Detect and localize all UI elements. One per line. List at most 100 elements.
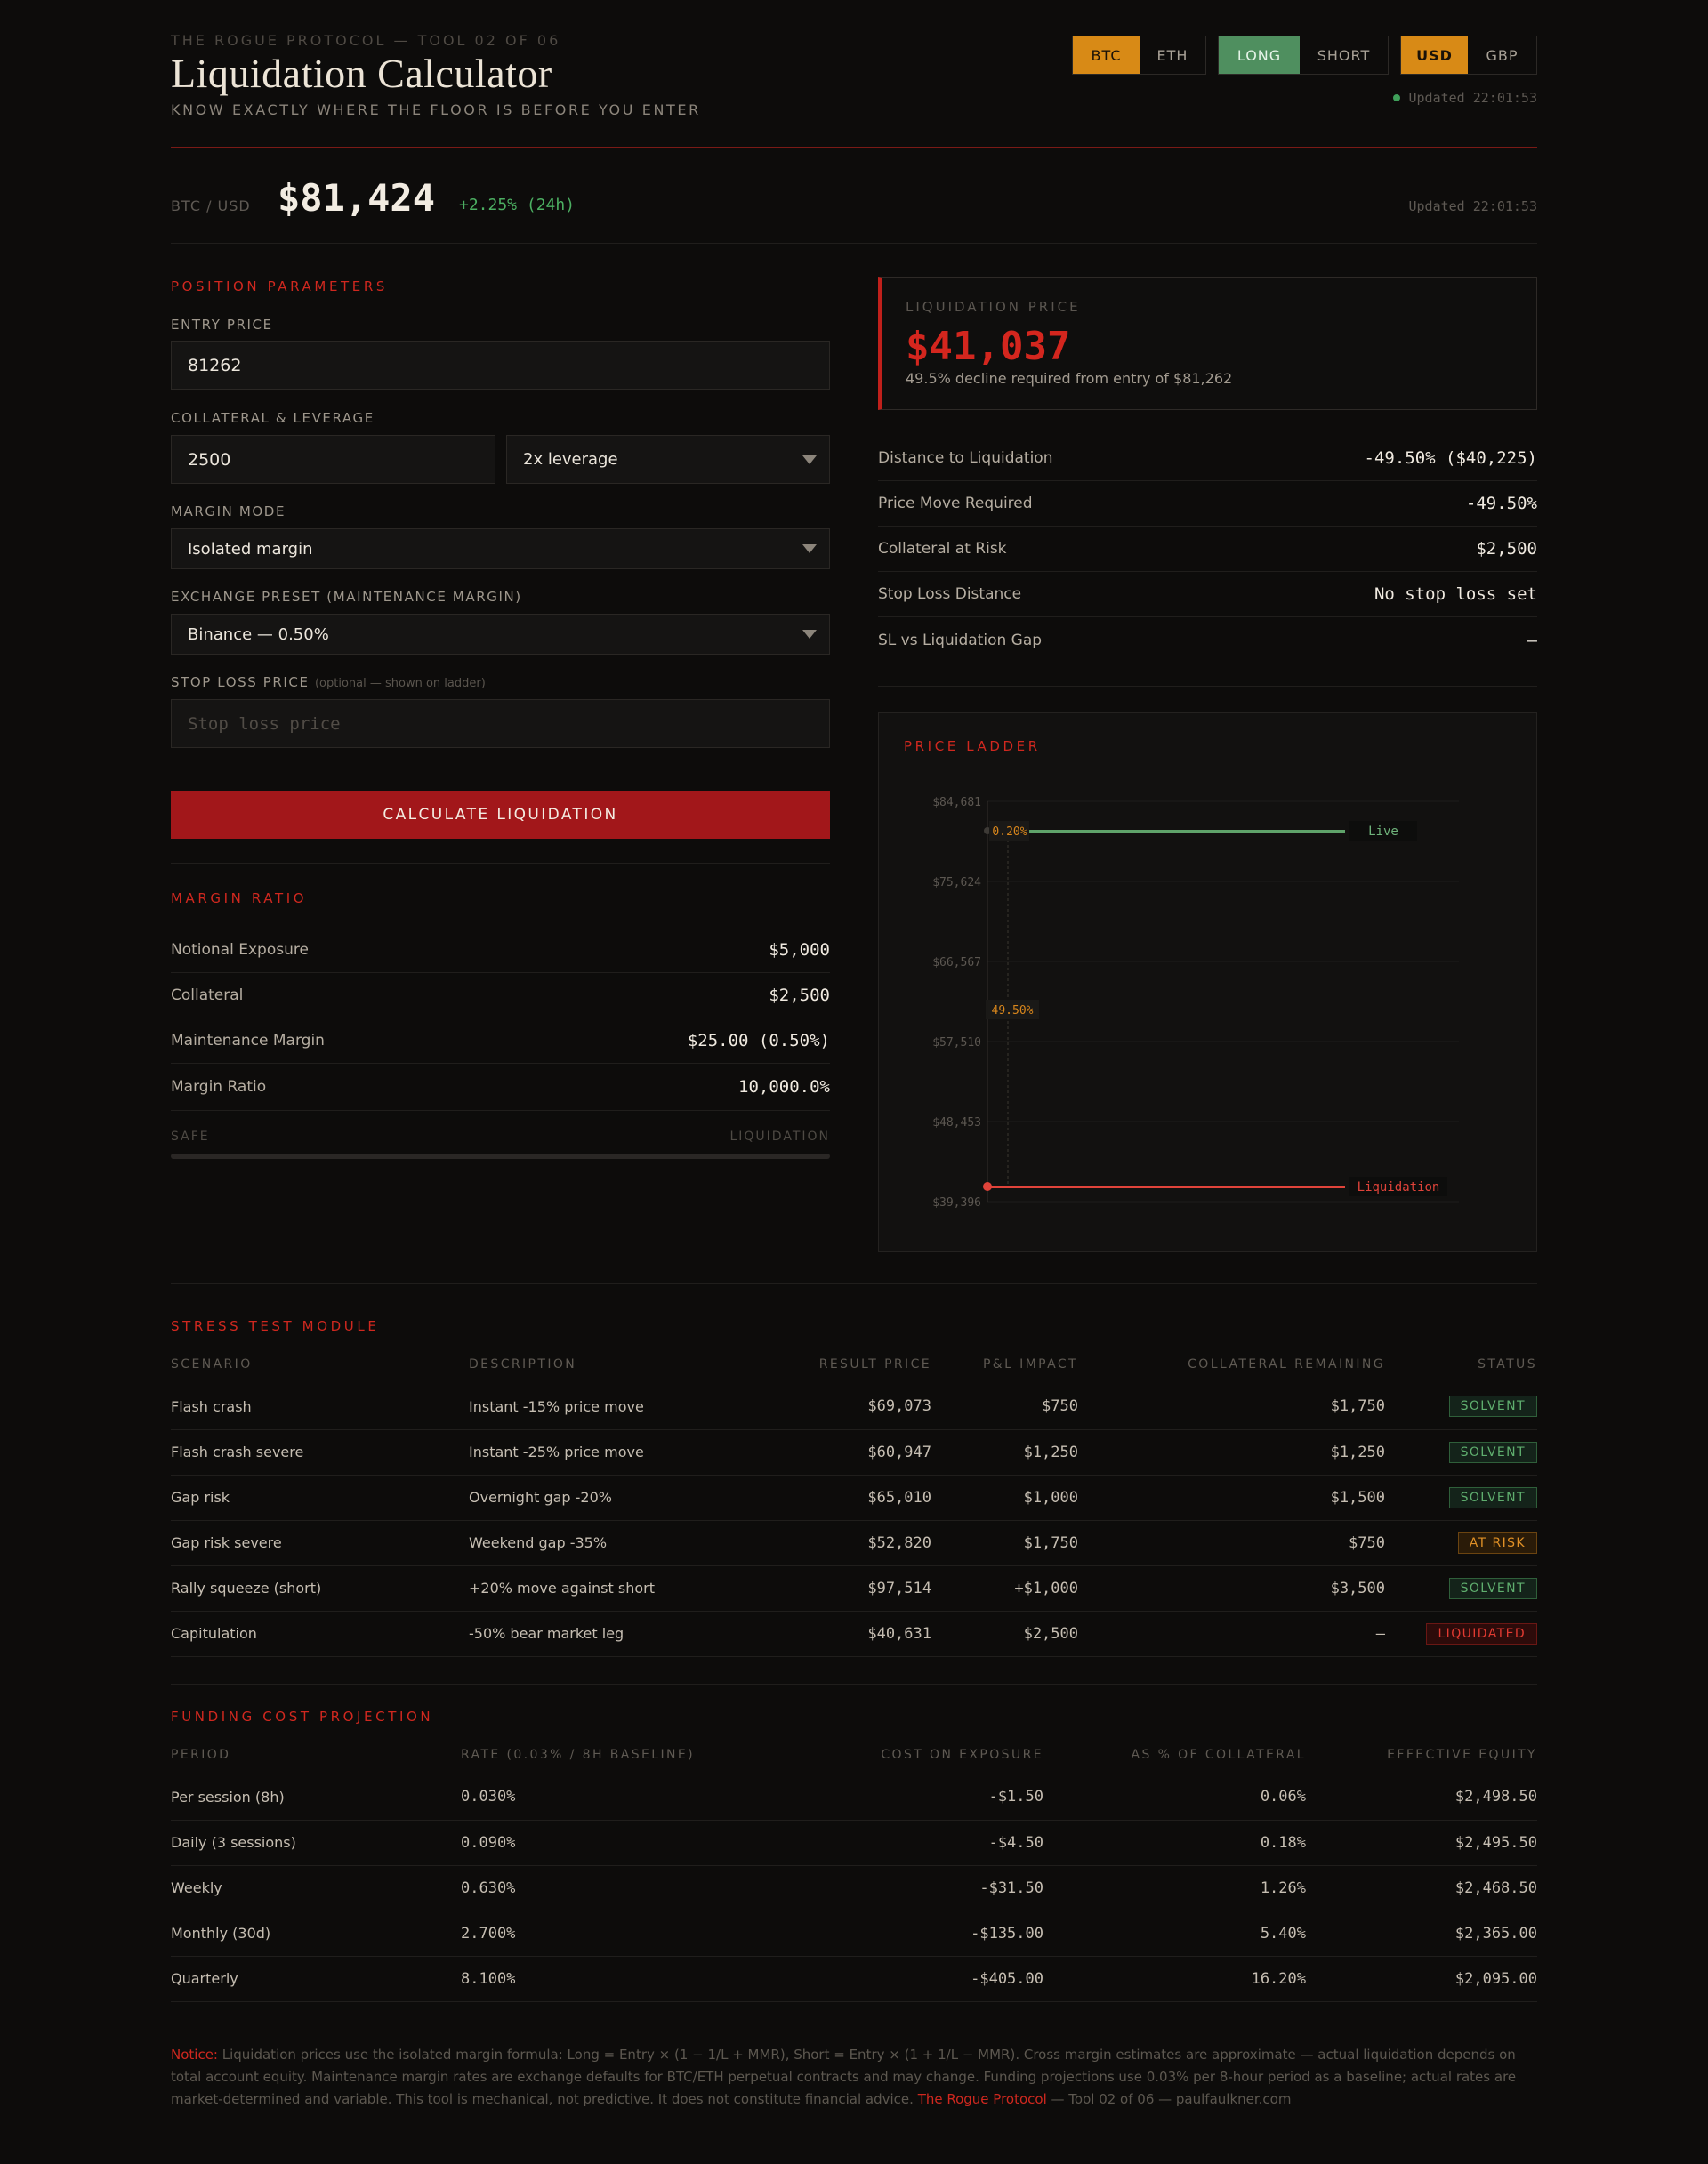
metric-value: — bbox=[1527, 630, 1537, 650]
stress-collateral: $3,500 bbox=[1078, 1565, 1385, 1612]
funding-col-cost: COST ON EXPOSURE bbox=[881, 1748, 1043, 1762]
funding-equity: $2,498.50 bbox=[1306, 1774, 1537, 1821]
stress-col-collateral: COLLATERAL REMAINING bbox=[1188, 1357, 1385, 1372]
currency-option-usd[interactable]: USD bbox=[1401, 36, 1468, 74]
funding-header-row: PERIOD RATE (0.03% / 8H BASELINE) COST O… bbox=[171, 1735, 1537, 1774]
status-badge: SOLVENT bbox=[1448, 1486, 1537, 1508]
stress-scenario: Flash crash severe bbox=[171, 1429, 469, 1476]
liq-card-label: LIQUIDATION PRICE bbox=[906, 299, 1081, 315]
status-badge: AT RISK bbox=[1457, 1532, 1537, 1554]
ticker-change: +2.25% (24h) bbox=[459, 196, 576, 214]
metric-row: Price Move Required -49.50% bbox=[878, 481, 1537, 527]
stress-scenario: Flash crash bbox=[171, 1384, 469, 1430]
chevron-down-icon bbox=[802, 630, 817, 639]
ticker-pair: BTC / USD bbox=[171, 197, 251, 214]
stress-status: SOLVENT bbox=[1385, 1565, 1537, 1612]
stress-result-price: $97,514 bbox=[785, 1565, 931, 1612]
stress-result-price: $52,820 bbox=[785, 1520, 931, 1566]
chevron-down-icon bbox=[802, 455, 817, 464]
stress-collateral: $1,500 bbox=[1078, 1475, 1385, 1521]
params-section-label: POSITION PARAMETERS bbox=[171, 278, 389, 294]
table-row: Gap risk severe Weekend gap -35% $52,820… bbox=[171, 1520, 1537, 1566]
funding-pct: 16.20% bbox=[1043, 1956, 1306, 2002]
table-row: Capitulation -50% bear market leg $40,63… bbox=[171, 1611, 1537, 1657]
status-badge: LIQUIDATED bbox=[1426, 1622, 1537, 1645]
funding-pct: 1.26% bbox=[1043, 1865, 1306, 1911]
funding-cost: -$135.00 bbox=[777, 1911, 1043, 1957]
funding-equity: $2,468.50 bbox=[1306, 1865, 1537, 1911]
stop-loss-hint: (optional — shown on ladder) bbox=[314, 677, 486, 690]
stress-result-price: $69,073 bbox=[785, 1384, 931, 1430]
stress-pnl: $1,750 bbox=[931, 1520, 1078, 1566]
stress-status: LIQUIDATED bbox=[1385, 1611, 1537, 1657]
stop-loss-input[interactable]: Stop loss price bbox=[171, 699, 830, 748]
margin-row-label: Notional Exposure bbox=[171, 941, 309, 959]
metric-label: Price Move Required bbox=[878, 495, 1033, 512]
margin-row-label: Margin Ratio bbox=[171, 1077, 267, 1096]
metric-label: Distance to Liquidation bbox=[878, 449, 1053, 467]
stress-scenario: Gap risk bbox=[171, 1475, 469, 1521]
section-divider bbox=[171, 1283, 1537, 1284]
header-divider bbox=[171, 147, 1537, 148]
margin-row-value: $25.00 (0.50%) bbox=[687, 1031, 830, 1050]
margin-ratio-list: Notional Exposure $5,000 Collateral $2,5… bbox=[171, 928, 830, 1109]
liquidation-price: $41,037 bbox=[906, 324, 1071, 369]
side-option-short[interactable]: SHORT bbox=[1300, 36, 1388, 74]
currency-option-gbp[interactable]: GBP bbox=[1468, 36, 1536, 74]
metric-row: Stop Loss Distance No stop loss set bbox=[878, 572, 1537, 617]
price-ladder-panel: PRICE LADDER $84,681 $75,624 $66,567 $57… bbox=[878, 712, 1537, 1252]
stress-col-result-price: RESULT PRICE bbox=[818, 1357, 931, 1372]
table-row: Daily (3 sessions) 0.090% -$4.50 0.18% $… bbox=[171, 1820, 1537, 1866]
stress-pnl: $1,250 bbox=[931, 1429, 1078, 1476]
currency-toggle: USD GBP bbox=[1400, 36, 1537, 75]
leverage-select[interactable]: 2x leverage bbox=[506, 435, 830, 484]
leverage-select-value: 2x leverage bbox=[523, 450, 618, 469]
stress-description: -50% bear market leg bbox=[469, 1611, 785, 1657]
funding-section-label: FUNDING COST PROJECTION bbox=[171, 1709, 434, 1725]
ladder-tick-label: $57,510 bbox=[932, 1036, 981, 1050]
margin-row-notional: Notional Exposure $5,000 bbox=[171, 928, 830, 973]
metric-row: Distance to Liquidation -49.50% ($40,225… bbox=[878, 436, 1537, 481]
entry-price-input[interactable]: 81262 bbox=[171, 341, 830, 390]
live-status-dot bbox=[1392, 94, 1400, 101]
asset-option-btc[interactable]: BTC bbox=[1073, 36, 1140, 74]
scale-liquidation-label: LIQUIDATION bbox=[729, 1130, 830, 1144]
funding-equity: $2,095.00 bbox=[1306, 1956, 1537, 2002]
price-ladder-chart: $84,681 $75,624 $66,567 $57,510 $48,453 … bbox=[932, 796, 1459, 1210]
stress-scenario: Rally squeeze (short) bbox=[171, 1565, 469, 1612]
stress-pnl: +$1,000 bbox=[931, 1565, 1078, 1612]
stress-status: SOLVENT bbox=[1385, 1429, 1537, 1476]
metric-label: SL vs Liquidation Gap bbox=[878, 631, 1043, 649]
asset-toggle: BTC ETH bbox=[1072, 36, 1206, 75]
metric-label: Collateral at Risk bbox=[878, 540, 1007, 558]
stress-collateral: — bbox=[1078, 1611, 1385, 1657]
metrics-divider bbox=[878, 686, 1537, 687]
chevron-down-icon bbox=[802, 544, 817, 553]
stress-result-price: $40,631 bbox=[785, 1611, 931, 1657]
funding-col-pct: AS % OF COLLATERAL bbox=[1131, 1748, 1306, 1762]
funding-cost: -$31.50 bbox=[777, 1865, 1043, 1911]
ladder-liquidation-marker bbox=[983, 1182, 992, 1191]
status-badge: SOLVENT bbox=[1448, 1441, 1537, 1463]
stress-collateral: $1,750 bbox=[1078, 1384, 1385, 1430]
stress-description: Instant -25% price move bbox=[469, 1429, 785, 1476]
notice-body: Liquidation prices use the isolated marg… bbox=[171, 2047, 1517, 2107]
funding-rate: 0.090% bbox=[461, 1820, 777, 1866]
calculate-liquidation-button[interactable]: CALCULATE LIQUIDATION bbox=[171, 791, 830, 839]
stress-description: +20% move against short bbox=[469, 1565, 785, 1612]
ticker-updated: Updated 22:01:53 bbox=[1408, 198, 1538, 214]
side-option-long[interactable]: LONG bbox=[1219, 36, 1300, 74]
stress-col-scenario: SCENARIO bbox=[171, 1357, 253, 1372]
collateral-input[interactable]: 2500 bbox=[171, 435, 495, 484]
metric-value: No stop loss set bbox=[1374, 584, 1537, 604]
margin-row-collateral: Collateral $2,500 bbox=[171, 973, 830, 1018]
asset-option-eth[interactable]: ETH bbox=[1140, 36, 1205, 74]
funding-period: Quarterly bbox=[171, 1956, 461, 2002]
brand-link[interactable]: The Rogue Protocol bbox=[918, 2091, 1047, 2107]
margin-mode-select[interactable]: Isolated margin bbox=[171, 528, 830, 569]
ladder-tick-label: $48,453 bbox=[932, 1116, 981, 1130]
metric-row: Collateral at Risk $2,500 bbox=[878, 527, 1537, 572]
ladder-live-label: Live bbox=[1368, 825, 1398, 839]
exchange-preset-select[interactable]: Binance — 0.50% bbox=[171, 614, 830, 655]
liq-card-note: 49.5% decline required from entry of $81… bbox=[906, 370, 1233, 387]
